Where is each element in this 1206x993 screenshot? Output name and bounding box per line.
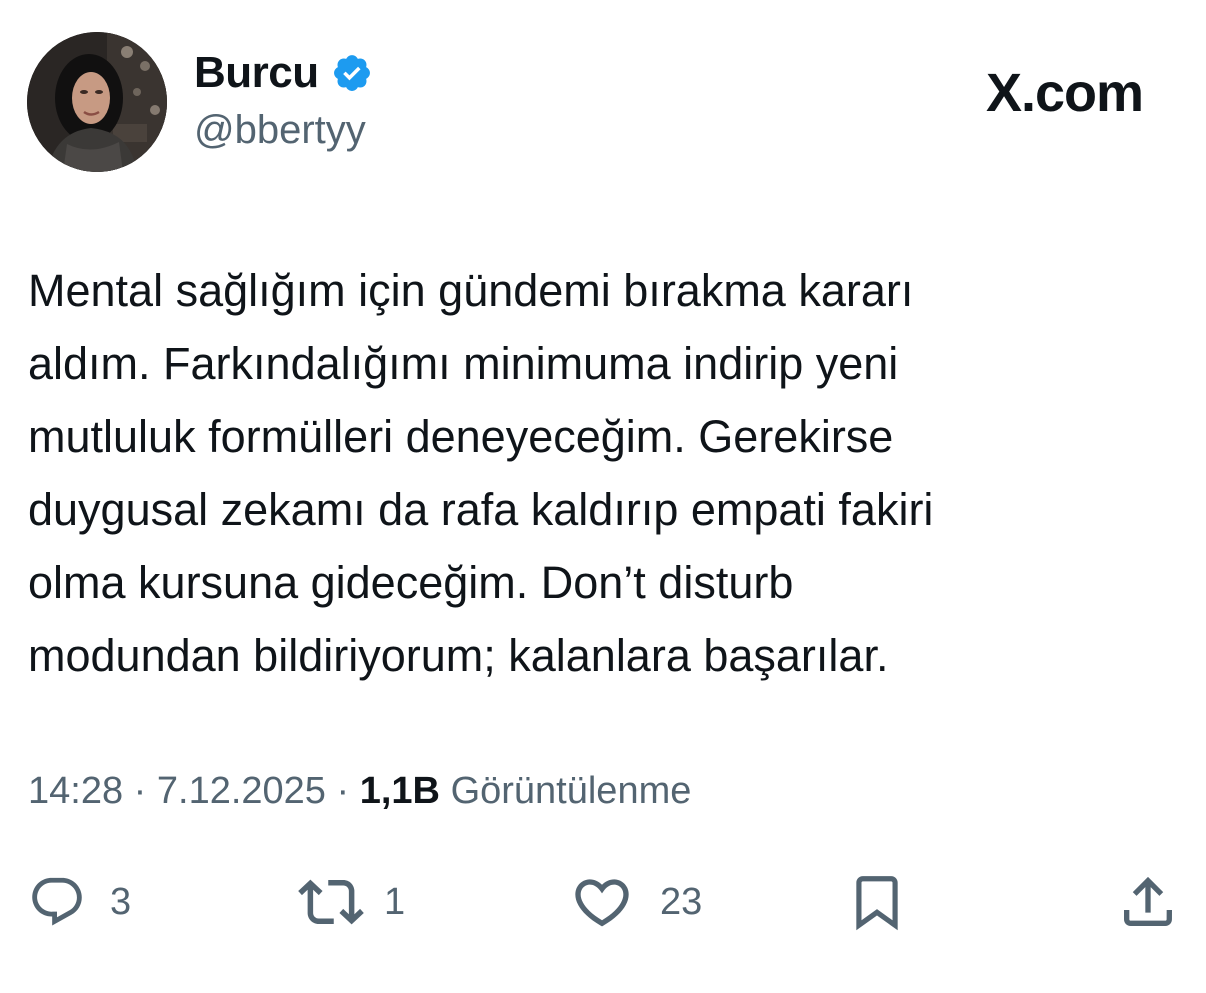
repost-count: 1: [384, 880, 406, 923]
user-info: Burcu @bbertyy: [194, 46, 373, 153]
views-label: Görüntülenme: [450, 770, 692, 812]
display-name[interactable]: Burcu: [194, 48, 319, 98]
repost-button[interactable]: 1: [298, 862, 405, 942]
tweet-header: Burcu @bbertyy X.com: [27, 32, 1177, 172]
action-bar: 3 1 23: [0, 862, 1206, 942]
like-button[interactable]: 23: [570, 862, 702, 942]
like-count: 23: [660, 880, 703, 923]
reply-button[interactable]: 3: [28, 862, 131, 942]
like-icon: [570, 870, 634, 934]
share-button[interactable]: [1116, 862, 1180, 942]
user-handle[interactable]: @bbertyy: [194, 108, 373, 153]
tweet-date[interactable]: 7.12.2025: [157, 770, 326, 812]
meta-separator: ·: [336, 770, 350, 812]
bookmark-button[interactable]: [846, 862, 908, 942]
views-count: 1,1B: [359, 770, 440, 812]
verified-badge-icon: [331, 52, 373, 94]
name-row: Burcu: [194, 46, 373, 100]
repost-icon: [298, 869, 364, 935]
avatar-photo: [27, 32, 167, 172]
avatar[interactable]: [27, 32, 167, 172]
tweet-time[interactable]: 14:28: [28, 770, 123, 812]
brand-logo: X.com: [985, 63, 1144, 123]
meta-separator: ·: [133, 770, 147, 812]
reply-icon: [28, 873, 86, 931]
reply-count: 3: [110, 880, 132, 923]
bookmark-icon: [846, 867, 908, 937]
tweet-text: Mental sağlığım için gündemi bırakma kar…: [28, 265, 934, 681]
share-icon: [1116, 870, 1180, 934]
tweet-meta: 14:28 · 7.12.2025 · 1,1B Görüntülenme: [28, 770, 691, 813]
